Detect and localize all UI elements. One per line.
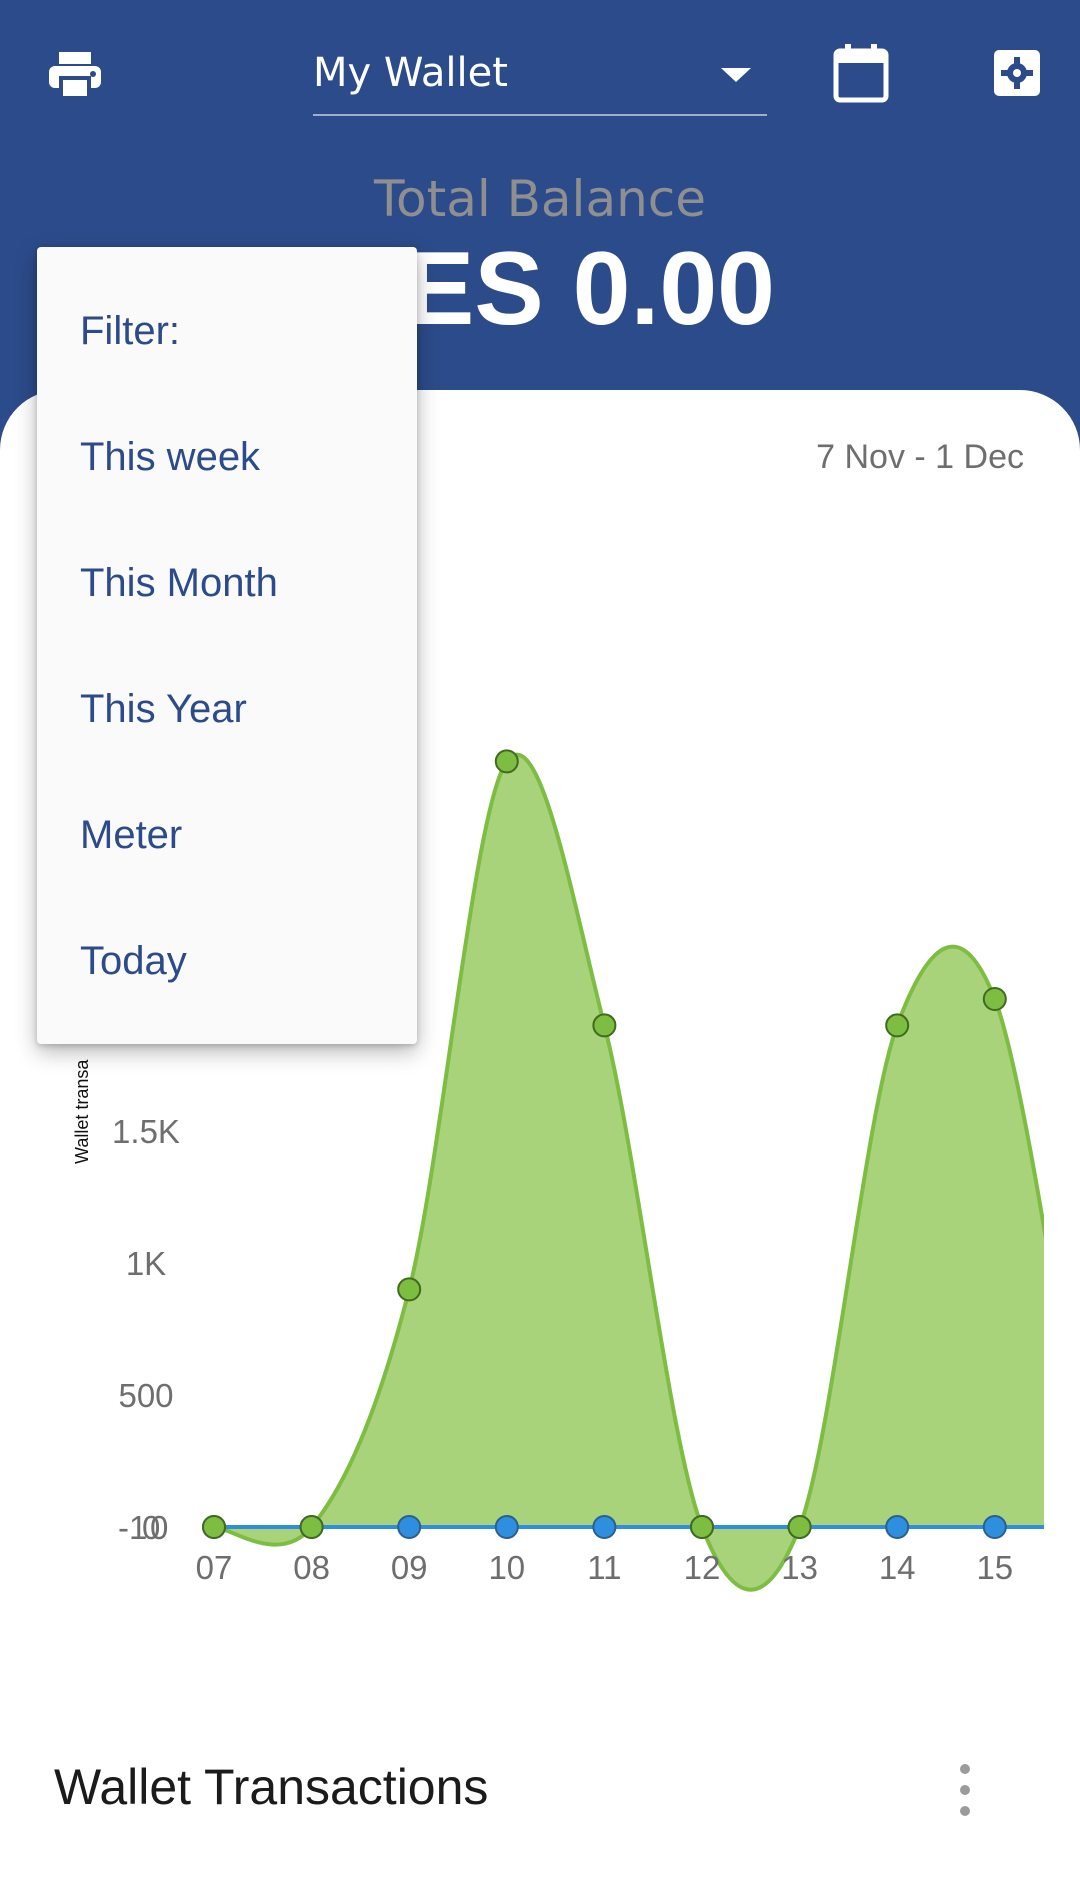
x-tick-label: 07	[196, 1549, 233, 1586]
filter-today[interactable]: Today	[80, 939, 187, 984]
filter-this-week[interactable]: This week	[80, 435, 260, 480]
series-1-point	[299, 1515, 324, 1539]
series-1-point	[494, 749, 519, 774]
filter-this-year[interactable]: This Year	[80, 687, 247, 732]
series-1-point	[885, 1013, 910, 1038]
y-zero-label: 0	[150, 1509, 168, 1546]
series-2-point	[592, 1515, 617, 1539]
x-tick-label: 13	[781, 1549, 818, 1586]
wallet-transactions-title: Wallet Transactions	[54, 1759, 489, 1815]
series-2-point	[982, 1515, 1007, 1539]
series-2-point	[494, 1515, 519, 1539]
filter-this-month[interactable]: This Month	[80, 561, 278, 606]
x-tick-label: 10	[488, 1549, 525, 1586]
x-tick-label: 12	[684, 1549, 721, 1586]
series-1-point	[592, 1013, 617, 1038]
y-tick-label: 1K	[126, 1245, 166, 1282]
series-1-point	[787, 1515, 812, 1539]
series-2-point	[397, 1515, 422, 1539]
x-tick-label: 09	[391, 1549, 428, 1586]
x-tick-label: 08	[293, 1549, 330, 1586]
x-tick-label: 11	[587, 1549, 621, 1586]
filter-meter[interactable]: Meter	[80, 813, 182, 858]
series-1-point	[690, 1515, 714, 1539]
filter-dropdown-menu: Filter: This week This Month This Year M…	[37, 247, 417, 1044]
x-tick-label: 15	[976, 1549, 1013, 1586]
x-tick-label: 14	[879, 1549, 916, 1586]
series-1-point	[982, 987, 1007, 1011]
y-tick-label: 1.5K	[112, 1113, 180, 1150]
filter-menu-header: Filter:	[80, 309, 180, 353]
more-vertical-icon[interactable]	[950, 1760, 980, 1820]
y-axis-label: Wallet transa	[72, 1059, 92, 1164]
series-1-point	[202, 1515, 226, 1539]
y-tick-label: 500	[118, 1377, 173, 1414]
series-2-point	[885, 1515, 910, 1539]
series-1-point	[397, 1277, 422, 1302]
